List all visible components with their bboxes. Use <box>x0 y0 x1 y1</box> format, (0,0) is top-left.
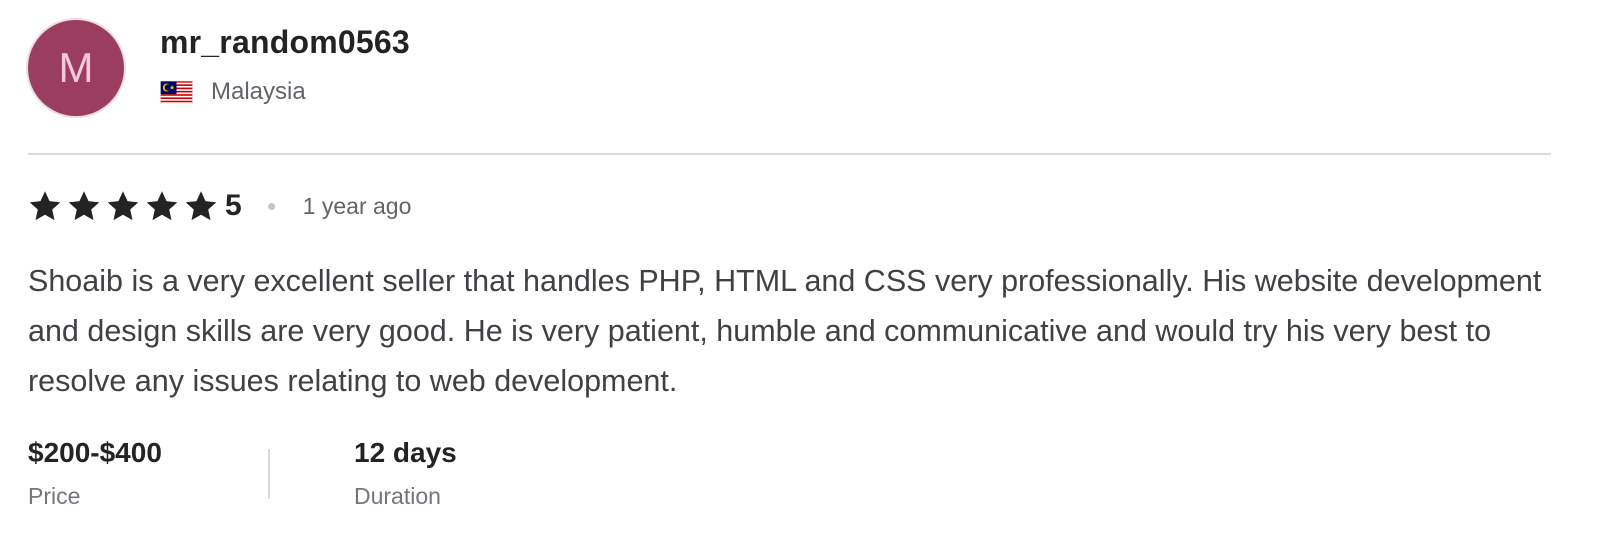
price-label: Price <box>28 483 81 509</box>
review-text: Shoaib is a very excellent seller that h… <box>28 264 1542 398</box>
malaysia-flag-icon <box>160 80 193 104</box>
avatar[interactable]: M <box>28 20 124 116</box>
duration-value: 12 days <box>354 437 457 468</box>
separator-dot <box>267 202 275 210</box>
star-icon <box>185 191 217 221</box>
rating-value: 5 <box>225 189 242 222</box>
review-card: M mr_random0563 Malaysia 5 1 year ago Sh… <box>0 0 1600 547</box>
star-icon <box>68 191 100 221</box>
price-value: $200-$400 <box>28 437 162 468</box>
star-icon <box>29 191 61 221</box>
reviewer-username[interactable]: mr_random0563 <box>160 22 410 62</box>
meta-separator <box>268 449 270 499</box>
duration-label: Duration <box>354 483 441 509</box>
reviewer-info: mr_random0563 Malaysia <box>160 20 410 106</box>
reviewer-header: M mr_random0563 Malaysia <box>28 20 410 116</box>
divider <box>28 153 1551 155</box>
rating-row: 5 1 year ago <box>28 188 411 224</box>
reviewer-country: Malaysia <box>211 78 306 105</box>
review-meta: $200-$400 Price 12 days Duration <box>28 433 594 511</box>
star-icon <box>107 191 139 221</box>
reviewer-country-row: Malaysia <box>160 78 410 106</box>
duration-block: 12 days Duration <box>354 433 594 511</box>
avatar-letter: M <box>58 44 94 91</box>
price-block: $200-$400 Price <box>28 433 268 511</box>
star-icon <box>146 191 178 221</box>
review-time: 1 year ago <box>302 193 412 219</box>
star-rating <box>28 189 223 223</box>
